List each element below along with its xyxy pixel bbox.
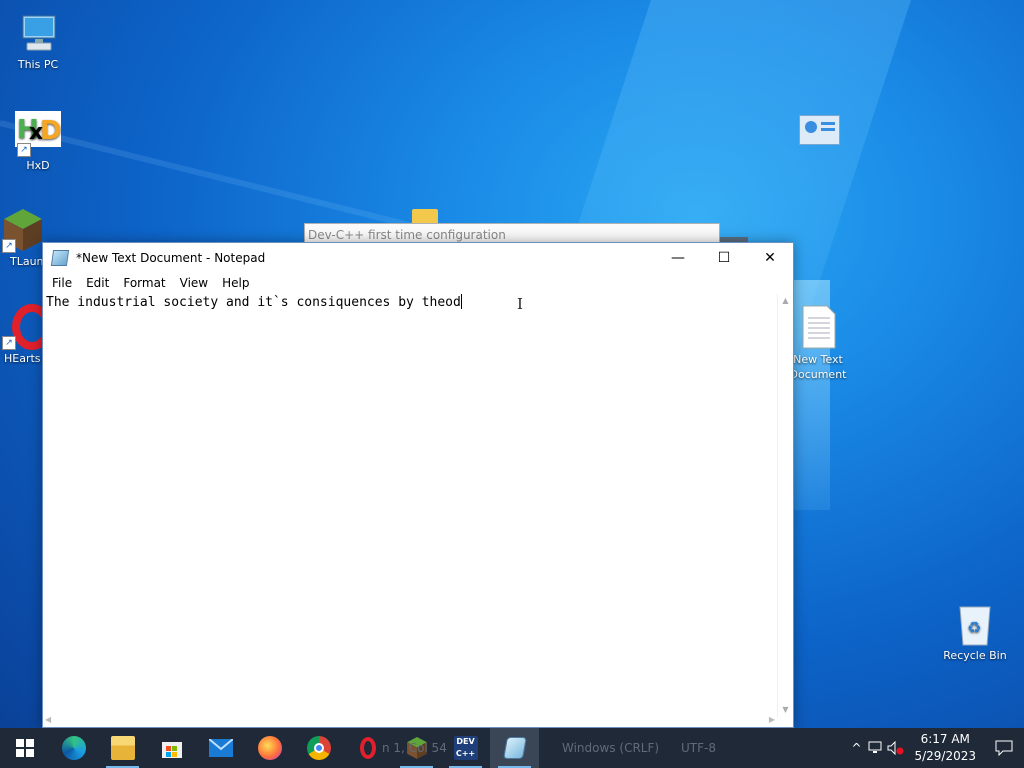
- clock[interactable]: 6:17 AM 5/29/2023: [906, 731, 984, 765]
- taskbar-edge[interactable]: [49, 728, 98, 768]
- taskbar-store[interactable]: [147, 728, 196, 768]
- minimize-button[interactable]: —: [655, 243, 701, 272]
- ghost-status-encoding: UTF-8: [681, 741, 716, 755]
- desktop-icon-label: Recycle Bin: [943, 649, 1007, 662]
- text-caret: [460, 294, 462, 309]
- taskbar-devcpp[interactable]: DEV C++: [441, 728, 490, 768]
- editor-text-line: The industrial society and it`s consique…: [46, 294, 462, 312]
- folder-icon: [412, 209, 438, 223]
- desktop-icon-hxd[interactable]: H x D ↗ HxD: [0, 111, 76, 172]
- system-tray: ^ 6:17 AM 5/29/2023: [846, 728, 1024, 768]
- taskbar-firefox[interactable]: [245, 728, 294, 768]
- text-document-icon: [795, 304, 841, 350]
- notification-icon: [995, 740, 1013, 756]
- windows-logo-icon: [15, 739, 34, 757]
- menu-edit[interactable]: Edit: [79, 272, 116, 294]
- show-hidden-icons-chevron-up-icon[interactable]: ^: [846, 728, 866, 768]
- computer-icon: [15, 10, 61, 56]
- notepad-titlebar[interactable]: *New Text Document - Notepad — ☐ ✕: [43, 243, 793, 272]
- chrome-icon: [306, 736, 331, 760]
- notepad-icon: [502, 737, 527, 759]
- close-button[interactable]: ✕: [747, 243, 793, 272]
- volume-muted-icon[interactable]: [886, 728, 906, 768]
- edge-icon: [61, 736, 86, 760]
- start-button[interactable]: [0, 728, 49, 768]
- svg-text:D: D: [40, 116, 61, 146]
- desktop-icon-label: HxD: [26, 159, 50, 172]
- taskbar-mail[interactable]: [196, 728, 245, 768]
- ghost-status-line: n 1, Col 54: [382, 741, 447, 755]
- text-editor-area[interactable]: The industrial society and it`s consique…: [43, 294, 777, 717]
- opera-shortcut-icon: ↗: [0, 304, 42, 350]
- desktop-icon-hearts[interactable]: ↗ HEarts: [0, 304, 42, 365]
- taskbar-chrome[interactable]: [294, 728, 343, 768]
- store-icon: [161, 742, 182, 758]
- shortcut-arrow-icon: ↗: [2, 239, 16, 253]
- scroll-right-icon[interactable]: ▶: [769, 715, 775, 724]
- desktop-icon-label: This PC: [17, 58, 59, 71]
- taskbar: DEV C++ n 1, Col 54 Windows (CRLF) UTF-8 …: [0, 728, 1024, 768]
- taskbar-file-explorer[interactable]: [98, 728, 147, 768]
- hxd-icon: H x D ↗: [15, 111, 62, 157]
- action-center-button[interactable]: [984, 728, 1024, 768]
- settings-window-icon[interactable]: [799, 115, 840, 145]
- editor-text: The industrial society and it`s consique…: [46, 295, 461, 310]
- firefox-icon: [257, 736, 282, 760]
- desktop-icon-label: TLaun: [10, 255, 44, 268]
- file-explorer-icon: [110, 736, 135, 760]
- background-window-title: Dev-C++ first time configuration: [308, 228, 506, 242]
- notepad-app-icon: [50, 249, 70, 266]
- scroll-left-icon[interactable]: ◀: [45, 715, 51, 724]
- scroll-up-icon[interactable]: ▲: [778, 294, 793, 308]
- desktop-icon-label: HEarts: [4, 352, 41, 365]
- menu-help[interactable]: Help: [215, 272, 256, 294]
- clock-time: 6:17 AM: [920, 732, 970, 746]
- svg-text:♻: ♻: [967, 618, 981, 637]
- opera-icon: [359, 737, 376, 759]
- maximize-icon: ☐: [717, 249, 731, 266]
- maximize-button[interactable]: ☐: [701, 243, 747, 272]
- horizontal-scrollbar[interactable]: ◀ ▶: [43, 715, 777, 727]
- minecraft-launcher-icon: ↗: [0, 207, 46, 253]
- taskbar-notepad[interactable]: [490, 728, 539, 768]
- ibeam-cursor-icon: I: [517, 295, 523, 313]
- recycle-bin-icon: ♻: [952, 601, 998, 647]
- menu-view[interactable]: View: [173, 272, 215, 294]
- scroll-down-icon[interactable]: ▼: [778, 703, 793, 717]
- network-icon[interactable]: [866, 728, 886, 768]
- window-title: *New Text Document - Notepad: [76, 250, 266, 265]
- desktop-icon-recycle-bin[interactable]: ♻ Recycle Bin: [937, 601, 1013, 662]
- vertical-scrollbar[interactable]: ▲ ▼: [777, 294, 793, 717]
- shortcut-arrow-icon: ↗: [2, 336, 16, 350]
- ghost-status-eol: Windows (CRLF): [562, 741, 660, 755]
- mail-icon: [208, 739, 233, 757]
- clock-date: 5/29/2023: [914, 749, 976, 763]
- notepad-window[interactable]: *New Text Document - Notepad — ☐ ✕ File …: [42, 242, 794, 728]
- minimize-icon: —: [671, 249, 685, 266]
- shortcut-arrow-icon: ↗: [17, 143, 31, 157]
- menu-bar: File Edit Format View Help: [43, 272, 793, 294]
- desktop-icon-tlauncher[interactable]: ↗ TLaun: [0, 207, 46, 268]
- devcpp-icon: DEV C++: [453, 736, 478, 760]
- desktop-icon-this-pc[interactable]: This PC: [0, 10, 76, 71]
- menu-file[interactable]: File: [45, 272, 79, 294]
- close-icon: ✕: [764, 249, 776, 266]
- menu-format[interactable]: Format: [116, 272, 172, 294]
